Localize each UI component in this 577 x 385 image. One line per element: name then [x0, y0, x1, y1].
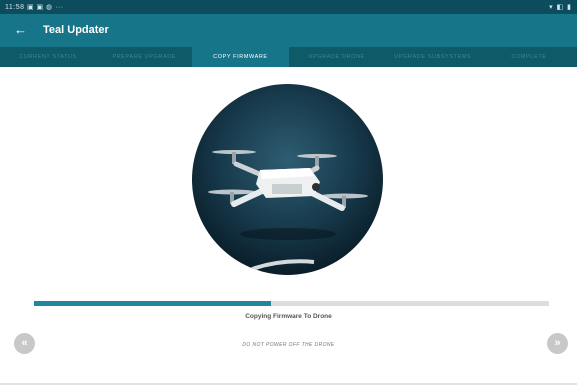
progress-fill	[34, 301, 271, 306]
app-title: Teal Updater	[43, 24, 109, 36]
drone-image	[192, 84, 383, 275]
progress-status-text: Copying Firmware To Drone	[245, 313, 332, 320]
arrow-left-icon[interactable]: ←	[14, 22, 27, 37]
tab-upgrade-subsystems[interactable]: Upgrade Subsystems	[385, 47, 481, 67]
status-bar-icons: ▾ ◧ ▮	[549, 4, 572, 11]
progress-bar	[34, 301, 549, 306]
power-warning-text: DO NOT POWER OFF THE DRONE	[242, 342, 335, 348]
step-tabs: Current Status Prepare Upgrade Copy Firm…	[0, 47, 577, 67]
next-button[interactable]: »	[547, 333, 568, 354]
tab-copy-firmware[interactable]: Copy Firmware	[192, 47, 289, 67]
double-chevron-right-icon: »	[554, 337, 561, 349]
previous-button[interactable]: «	[14, 333, 35, 354]
tab-complete[interactable]: Complete	[481, 47, 577, 67]
tab-current-status[interactable]: Current Status	[0, 47, 96, 67]
status-bar: 11:58 ▣ ▣ ◍ ··· ▾ ◧ ▮	[0, 0, 577, 14]
tab-prepare-upgrade[interactable]: Prepare Upgrade	[96, 47, 192, 67]
status-bar-time: 11:58 ▣ ▣ ◍ ···	[5, 4, 64, 11]
tab-upgrade-drone[interactable]: Upgrade Drone	[289, 47, 385, 67]
drone-illustration	[208, 150, 368, 271]
double-chevron-left-icon: «	[21, 337, 28, 349]
app-bar: ← Teal Updater	[0, 14, 577, 47]
